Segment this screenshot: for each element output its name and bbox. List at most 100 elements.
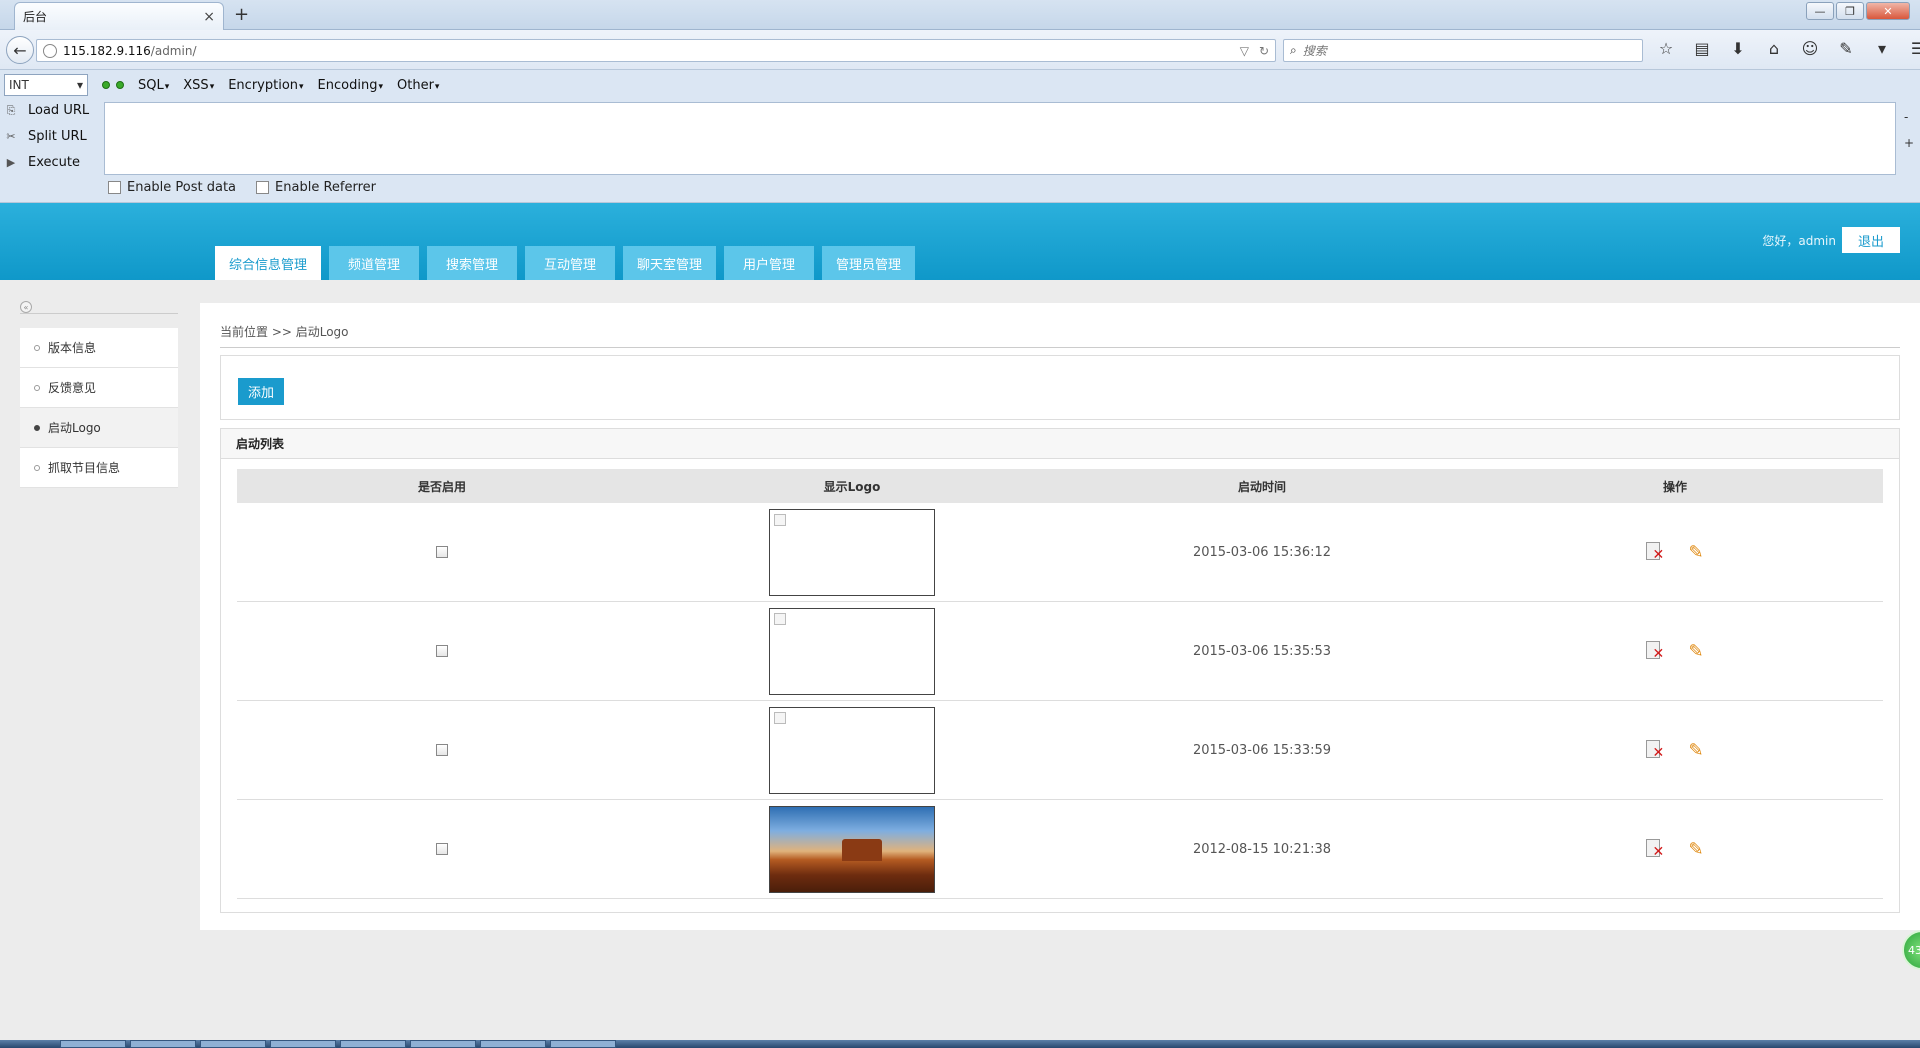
enable-checkbox[interactable] (436, 843, 448, 855)
star-icon[interactable]: ☆ (1655, 39, 1677, 58)
home-icon[interactable]: ⌂ (1763, 39, 1785, 58)
logo-image (769, 607, 935, 695)
browser-tab-bar: 后台 × + — ❐ ✕ (0, 0, 1920, 30)
floating-widget[interactable]: 43 (1902, 930, 1920, 970)
enable-checkbox[interactable] (436, 744, 448, 756)
edit-pencil-icon[interactable]: ✎ (1688, 542, 1703, 563)
nav-admins[interactable]: 管理员管理 (822, 246, 916, 280)
nav-channel[interactable]: 频道管理 (329, 246, 420, 280)
load-url-label: Load URL (28, 103, 90, 118)
taskbar-item[interactable] (200, 1040, 266, 1048)
extension-icon[interactable]: ✎ (1835, 39, 1857, 58)
search-bar[interactable]: ⌕ (1283, 39, 1643, 62)
logout-button[interactable]: 退出 (1842, 227, 1900, 253)
delete-icon[interactable]: ✕ (1646, 542, 1664, 562)
sidebar-collapse-bar: « (20, 301, 178, 314)
hackbar: INT ▾ SQL XSS Encryption Encoding Other … (0, 70, 1920, 203)
type-select-value: INT (9, 78, 29, 92)
type-select[interactable]: INT ▾ (4, 74, 88, 96)
sidebar-item-version[interactable]: 版本信息 (20, 328, 178, 368)
minimize-icon[interactable]: — (1806, 2, 1834, 20)
nav-users[interactable]: 用户管理 (724, 246, 815, 280)
sidebar-item-startup-logo[interactable]: 启动Logo (20, 408, 178, 448)
split-url-button[interactable]: ✂ Split URL (4, 128, 89, 145)
taskbar-item[interactable] (550, 1040, 616, 1048)
action-panel: 添加 (220, 355, 1900, 420)
desert-logo-image (769, 805, 935, 893)
menu-icon[interactable]: ☰ (1907, 39, 1920, 58)
nav-interaction[interactable]: 互动管理 (525, 246, 616, 280)
menu-xss[interactable]: XSS (183, 78, 214, 93)
nav-search[interactable]: 搜索管理 (427, 246, 518, 280)
menu-other[interactable]: Other (397, 78, 439, 93)
enable-referrer-checkbox[interactable]: Enable Referrer (256, 180, 376, 195)
delete-icon[interactable]: ✕ (1646, 839, 1664, 859)
taskbar-item[interactable] (60, 1040, 126, 1048)
url-dropdown-icon[interactable]: ▽ (1240, 44, 1249, 58)
browser-tab[interactable]: 后台 × (14, 2, 224, 30)
nav-chatroom[interactable]: 聊天室管理 (623, 246, 717, 280)
table-row: 2012-08-15 10:21:38 ✕ ✎ (237, 800, 1883, 899)
minus-dot-icon[interactable] (102, 81, 110, 89)
sidebar-item-label: 版本信息 (48, 341, 97, 355)
window-close-icon[interactable]: ✕ (1866, 2, 1910, 20)
taskbar-item[interactable] (480, 1040, 546, 1048)
column-logo: 显示Logo (823, 479, 881, 494)
menu-encoding[interactable]: Encoding (318, 78, 383, 93)
edit-pencil-icon[interactable]: ✎ (1688, 641, 1703, 662)
url-bar[interactable]: 115.182.9.116 /admin/ ▽ ↻ (36, 39, 1276, 62)
execute-button[interactable]: ▶ Execute (4, 154, 89, 171)
delete-icon[interactable]: ✕ (1646, 740, 1664, 760)
edit-pencil-icon[interactable]: ✎ (1688, 839, 1703, 860)
checkbox-box (108, 181, 121, 194)
plus-dot-icon[interactable] (116, 81, 124, 89)
checkbox-box (256, 181, 270, 194)
split-url-icon: ✂ (6, 130, 16, 143)
column-actions: 操作 (1662, 479, 1687, 494)
taskbar-item[interactable] (130, 1040, 196, 1048)
chat-icon[interactable]: ☺ (1799, 39, 1821, 58)
table-header: 是否启用 显示Logo 启动时间 操作 (237, 469, 1883, 503)
delete-icon[interactable]: ✕ (1646, 641, 1664, 661)
url-textarea[interactable] (104, 102, 1896, 175)
sidebar-item-fetch-programs[interactable]: 抓取节目信息 (20, 448, 178, 488)
edit-pencil-icon[interactable]: ✎ (1688, 740, 1703, 761)
bullet-icon (34, 344, 40, 351)
toolbar-icons: ☆ ▤ ⬇ ⌂ ☺ ✎ ▾ ☰ (1655, 39, 1920, 58)
menu-encryption[interactable]: Encryption (228, 78, 303, 93)
url-host: 115.182.9.116 (63, 43, 151, 58)
add-button[interactable]: 添加 (238, 378, 284, 405)
back-arrow-icon[interactable]: ← (6, 36, 34, 64)
execute-icon: ▶ (6, 156, 16, 169)
dropdown-icon[interactable]: ▾ (1871, 39, 1893, 58)
reading-list-icon[interactable]: ▤ (1691, 39, 1713, 58)
enable-checkbox[interactable] (436, 645, 448, 657)
restore-icon[interactable]: ❐ (1836, 2, 1864, 20)
broken-image-icon (774, 513, 786, 526)
os-taskbar (0, 1040, 1920, 1048)
sidebar-item-feedback[interactable]: 反馈意见 (20, 368, 178, 408)
collapse-icon[interactable]: « (20, 301, 32, 313)
sidebar-item-label: 启动Logo (48, 421, 101, 435)
widget-badge: 43 (1908, 943, 1920, 957)
taskbar-item[interactable] (340, 1040, 406, 1048)
menu-sql[interactable]: SQL (138, 78, 169, 93)
taskbar-item[interactable] (410, 1040, 476, 1048)
nav-general-info[interactable]: 综合信息管理 (215, 246, 322, 280)
search-input[interactable] (1302, 43, 1636, 58)
load-url-button[interactable]: ⎘ Load URL (4, 102, 90, 119)
main-content: 当前位置 >> 启动Logo 添加 启动列表 是否启用 显示Logo 启动时间 … (200, 303, 1920, 930)
enable-checkbox[interactable] (436, 546, 448, 558)
select-arrow-icon: ▾ (76, 78, 83, 92)
taskbar-item[interactable] (270, 1040, 336, 1048)
column-time: 启动时间 (1237, 479, 1286, 494)
tab-title: 后台 (23, 10, 48, 24)
column-enabled: 是否启用 (417, 479, 466, 494)
new-tab-icon[interactable]: + (234, 4, 249, 25)
download-icon[interactable]: ⬇ (1727, 39, 1749, 58)
reload-icon[interactable]: ↻ (1259, 44, 1269, 58)
grow-button[interactable]: + (1904, 130, 1914, 156)
tab-close-icon[interactable]: × (203, 9, 215, 25)
enable-post-checkbox[interactable]: Enable Post data (108, 180, 236, 195)
shrink-button[interactable]: - (1904, 104, 1914, 130)
